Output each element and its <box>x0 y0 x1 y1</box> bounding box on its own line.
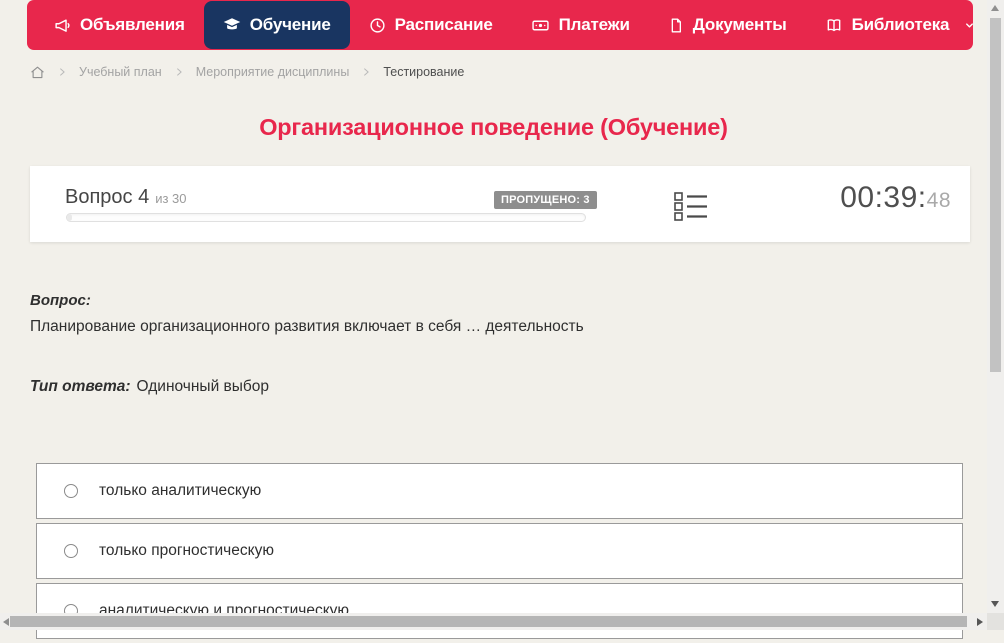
chevron-right-icon <box>174 67 184 77</box>
scroll-right-arrow-icon[interactable] <box>977 617 983 626</box>
home-icon[interactable] <box>30 65 45 80</box>
chevron-down-icon <box>964 20 975 31</box>
countdown-timer: 00:39:48 <box>840 181 951 215</box>
answer-option-2[interactable]: только прогностическую <box>36 523 963 579</box>
nav-item-label: Расписание <box>394 15 493 34</box>
timer-seconds: 48 <box>926 189 951 212</box>
open-book-icon <box>825 17 843 34</box>
question-list-icon[interactable] <box>674 192 708 221</box>
scrollbar-corner <box>987 613 1004 630</box>
megaphone-icon <box>54 17 71 34</box>
timer-minutes: 00:39: <box>840 181 927 214</box>
answer-option-3[interactable]: аналитическую и прогностическую <box>36 583 963 639</box>
nav-item-announcements[interactable]: Объявления <box>35 1 204 49</box>
vertical-scrollbar-thumb[interactable] <box>990 18 1001 372</box>
horizontal-scrollbar-thumb[interactable] <box>10 616 967 627</box>
quiz-header-card: Вопрос 4 из 30 ПРОПУЩЕНО: 3 00:39:48 <box>30 166 970 242</box>
question-heading: Вопрос: <box>30 292 91 309</box>
question-total: из 30 <box>155 191 187 206</box>
nav-item-label: Документы <box>692 15 787 34</box>
breadcrumb-study-plan[interactable]: Учебный план <box>79 65 162 79</box>
breadcrumb-discipline-event[interactable]: Мероприятие дисциплины <box>196 65 350 79</box>
nav-item-documents[interactable]: Документы <box>649 1 806 49</box>
question-number: Вопрос 4 <box>65 186 150 208</box>
nav-item-label: Объявления <box>80 15 185 34</box>
answer-option-1[interactable]: только аналитическую <box>36 463 963 519</box>
nav-item-label: Платежи <box>558 15 630 34</box>
question-progress-fill <box>67 214 73 221</box>
nav-item-learning[interactable]: Обучение <box>203 1 350 49</box>
answer-option-label: только прогностическую <box>99 542 274 559</box>
nav-item-library[interactable]: Библиотека <box>806 1 995 49</box>
question-text: Планирование организационного развития в… <box>30 318 584 335</box>
top-navbar: Объявления Обучение Расписание Платежи Д… <box>27 0 974 50</box>
question-counter: Вопрос 4 из 30 <box>65 186 187 209</box>
scroll-left-arrow-icon[interactable] <box>3 617 9 626</box>
question-progress-bar <box>66 213 586 222</box>
breadcrumb: Учебный план Мероприятие дисциплины Тест… <box>30 61 464 83</box>
clock-icon <box>369 17 386 34</box>
horizontal-scrollbar[interactable] <box>0 613 987 630</box>
nav-item-schedule[interactable]: Расписание <box>350 1 512 49</box>
answer-type-label: Тип ответа: <box>30 378 131 395</box>
nav-item-payments[interactable]: Платежи <box>512 1 649 49</box>
page-title: Организационное поведение (Обучение) <box>259 114 728 140</box>
chevron-right-icon <box>361 67 371 77</box>
skipped-badge: ПРОПУЩЕНО: 3 <box>494 191 597 209</box>
nav-item-label: Библиотека <box>851 15 950 34</box>
scroll-down-arrow-icon[interactable] <box>991 601 999 607</box>
vertical-scrollbar[interactable] <box>987 0 1004 613</box>
answer-type-row: Тип ответа: Одиночный выбор <box>30 378 269 396</box>
radio-button-icon[interactable] <box>64 544 78 558</box>
scroll-up-arrow-icon[interactable] <box>991 5 999 11</box>
chevron-right-icon <box>57 67 67 77</box>
answer-type-value: Одиночный выбор <box>136 378 270 395</box>
document-icon <box>668 17 684 34</box>
breadcrumb-current-testing: Тестирование <box>383 65 465 79</box>
answer-option-label: только аналитическую <box>99 482 262 499</box>
graduation-cap-icon <box>223 16 241 34</box>
radio-button-icon[interactable] <box>64 484 78 498</box>
nav-item-label: Обучение <box>249 15 331 34</box>
banknote-icon <box>531 17 550 34</box>
